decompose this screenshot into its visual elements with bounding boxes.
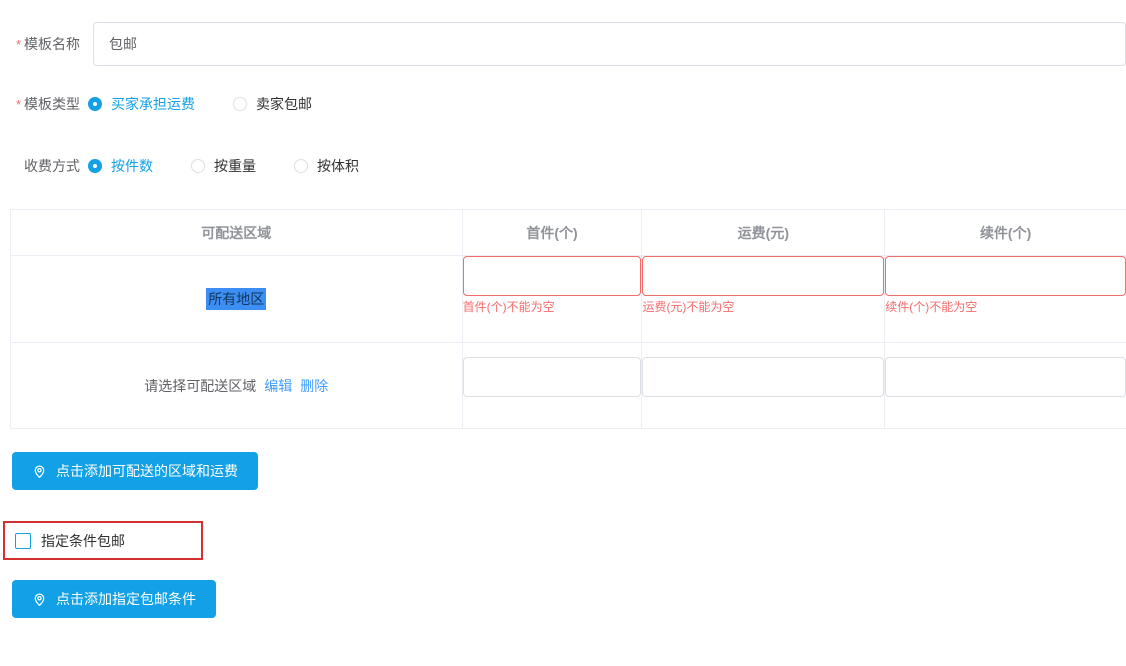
required-mark: * [16,37,21,52]
radio-label: 买家承担运费 [111,94,195,114]
first-piece-cell [463,343,643,428]
charge-method-radio-group: 按件数 按重量 按体积 [88,156,397,176]
delivery-area-cell: 请选择可配送区域 编辑 删除 [11,343,463,428]
table-header-row: 可配送区域 首件(个) 运费(元) 续件(个) [11,210,1126,256]
shipping-template-form: *模板名称 *模板类型 买家承担运费 卖家包邮 收费方式 按件数 按重 [0,22,1126,666]
edit-link[interactable]: 编辑 [264,376,292,396]
template-name-row: *模板名称 [0,22,1126,66]
delivery-area-cell: 所有地区 [11,256,463,342]
add-free-shipping-condition-button[interactable]: 点击添加指定包邮条件 [12,580,216,618]
template-type-radio-group: 买家承担运费 卖家包邮 [88,94,350,114]
radio-label: 按件数 [111,156,153,176]
first-piece-input[interactable] [463,357,642,397]
conditional-free-shipping-box: 指定条件包邮 [3,521,203,560]
radio-by-piece[interactable]: 按件数 [88,156,153,176]
additional-piece-input[interactable] [885,357,1126,397]
shipping-fee-input[interactable] [642,256,884,296]
shipping-fee-error: 运费(元)不能为空 [642,299,884,315]
radio-unselected-icon [294,159,308,173]
template-type-label: *模板类型 [0,94,80,114]
first-piece-input[interactable] [463,256,642,296]
free-shipping-checkbox[interactable] [15,533,31,549]
shipping-fee-cell: 运费(元)不能为空 [642,256,885,342]
header-first-piece: 首件(个) [463,210,643,255]
table-row: 所有地区 首件(个)不能为空 运费(元)不能为空 续件(个)不能为空 [11,256,1126,343]
additional-piece-error: 续件(个)不能为空 [885,299,1126,315]
radio-seller-free-shipping[interactable]: 卖家包邮 [233,94,312,114]
first-piece-error: 首件(个)不能为空 [463,299,642,315]
radio-by-weight[interactable]: 按重量 [191,156,256,176]
first-piece-cell: 首件(个)不能为空 [463,256,643,342]
delete-link[interactable]: 删除 [300,376,328,396]
location-pin-icon [32,592,47,607]
header-delivery-area: 可配送区域 [11,210,463,255]
template-name-input[interactable] [93,22,1126,66]
radio-unselected-icon [191,159,205,173]
radio-buyer-pays-shipping[interactable]: 买家承担运费 [88,94,195,114]
table-row: 请选择可配送区域 编辑 删除 [11,343,1126,429]
header-additional-piece: 续件(个) [885,210,1126,255]
location-pin-icon [32,464,47,479]
required-mark: * [16,97,21,112]
add-delivery-area-label: 点击添加可配送的区域和运费 [56,461,238,481]
select-area-text: 请选择可配送区域 [144,376,256,396]
radio-label: 卖家包邮 [256,94,312,114]
template-name-label: *模板名称 [0,34,80,54]
radio-label: 按体积 [317,156,359,176]
template-type-row: *模板类型 买家承担运费 卖家包邮 [0,94,1126,114]
radio-unselected-icon [233,97,247,111]
charge-method-row: 收费方式 按件数 按重量 按体积 [0,156,1126,176]
shipping-fee-cell [642,343,885,428]
shipping-fee-input[interactable] [642,357,884,397]
additional-piece-input[interactable] [885,256,1126,296]
additional-piece-cell [885,343,1126,428]
all-areas-link[interactable]: 所有地区 [206,288,266,310]
radio-selected-icon [88,159,102,173]
add-free-shipping-condition-label: 点击添加指定包邮条件 [56,589,196,609]
shipping-fee-table: 可配送区域 首件(个) 运费(元) 续件(个) 所有地区 首件(个)不能为空 运… [10,209,1126,429]
free-shipping-checkbox-label: 指定条件包邮 [41,531,125,551]
additional-piece-cell: 续件(个)不能为空 [885,256,1126,342]
radio-by-volume[interactable]: 按体积 [294,156,359,176]
header-shipping-fee: 运费(元) [642,210,885,255]
charge-method-label: 收费方式 [0,156,80,176]
radio-selected-icon [88,97,102,111]
radio-label: 按重量 [214,156,256,176]
add-delivery-area-button[interactable]: 点击添加可配送的区域和运费 [12,452,258,490]
